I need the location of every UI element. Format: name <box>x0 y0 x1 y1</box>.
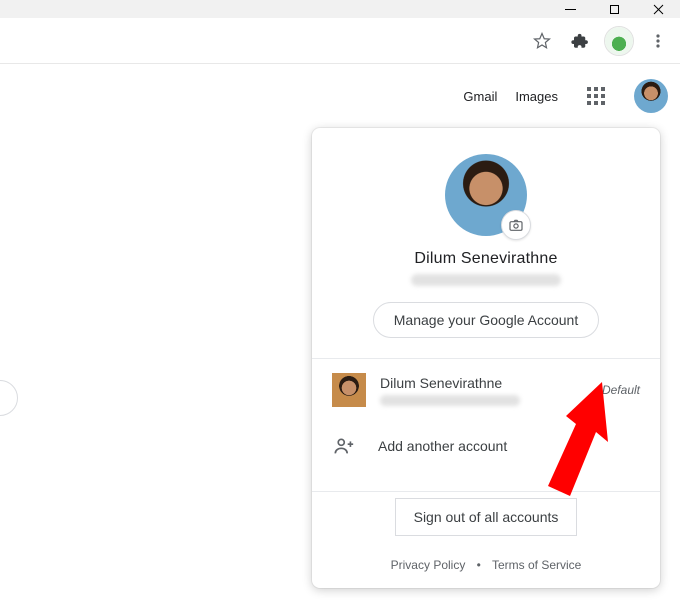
account-email-blurred <box>411 274 561 286</box>
sign-out-button[interactable]: Sign out of all accounts <box>395 498 578 536</box>
change-photo-button[interactable] <box>501 210 531 240</box>
images-link[interactable]: Images <box>515 89 558 104</box>
account-display-name: Dilum Senevirathne <box>312 250 660 268</box>
other-account-row[interactable]: Dilum Senevirathne Default <box>312 359 660 421</box>
add-account-label: Add another account <box>378 438 507 454</box>
camera-icon <box>508 217 524 233</box>
manage-account-button[interactable]: Manage your Google Account <box>373 302 599 338</box>
other-account-avatar <box>332 373 366 407</box>
browser-profile-chip[interactable] <box>604 26 634 56</box>
popover-footer: Privacy Policy • Terms of Service <box>312 558 660 572</box>
window-maximize-button[interactable] <box>592 0 636 18</box>
add-person-icon <box>332 435 356 457</box>
other-account-name: Dilum Senevirathne <box>380 375 588 391</box>
browser-toolbar <box>0 18 680 64</box>
browser-menu-icon[interactable] <box>644 27 672 55</box>
divider <box>312 491 660 492</box>
side-panel-arc[interactable] <box>0 380 18 416</box>
account-popover: Dilum Senevirathne Manage your Google Ac… <box>312 128 660 588</box>
account-avatar-button[interactable] <box>634 79 668 113</box>
other-account-email-blurred <box>380 395 520 406</box>
tos-link[interactable]: Terms of Service <box>492 558 581 572</box>
window-close-button[interactable] <box>636 0 680 18</box>
add-account-row[interactable]: Add another account <box>312 421 660 471</box>
google-apps-button[interactable] <box>576 76 616 116</box>
gmail-link[interactable]: Gmail <box>463 89 497 104</box>
window-titlebar <box>0 0 680 18</box>
privacy-link[interactable]: Privacy Policy <box>391 558 466 572</box>
extensions-icon[interactable] <box>566 27 594 55</box>
other-account-text: Dilum Senevirathne <box>380 375 588 406</box>
bookmark-star-icon[interactable] <box>528 27 556 55</box>
google-nav: Gmail Images <box>463 76 668 116</box>
window-minimize-button[interactable] <box>548 0 592 18</box>
footer-separator: • <box>477 558 481 572</box>
avatar-big-wrap <box>445 154 527 236</box>
default-tag: Default <box>602 383 640 397</box>
apps-grid-icon <box>587 87 605 105</box>
